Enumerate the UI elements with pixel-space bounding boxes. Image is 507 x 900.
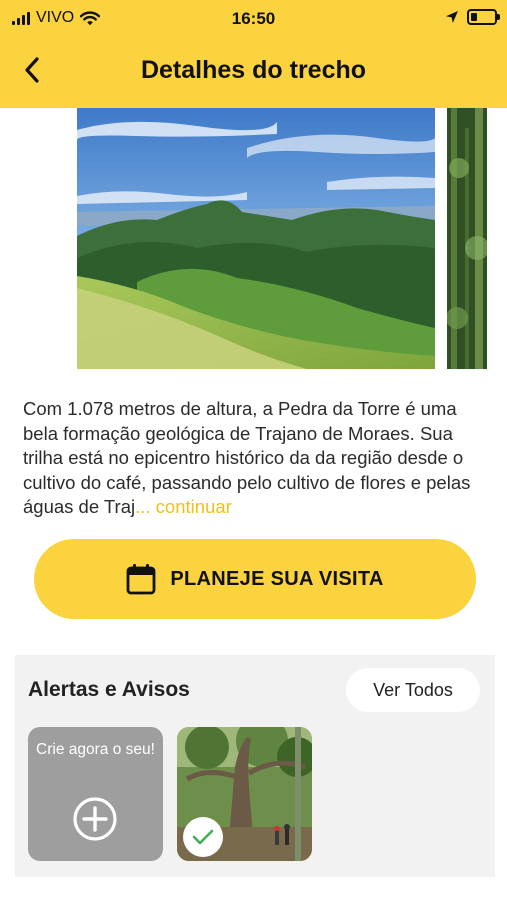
plan-visit-button[interactable]: PLANEJE SUA VISITA bbox=[34, 539, 476, 619]
alerts-section: Alertas e Avisos Ver Todos Crie agora o … bbox=[15, 655, 495, 877]
calendar-icon bbox=[126, 564, 156, 595]
create-alert-text: Crie agora o seu! bbox=[36, 741, 155, 758]
mountain-landscape-photo[interactable] bbox=[77, 108, 435, 369]
trail-description: Com 1.078 metros de altura, a Pedra da T… bbox=[23, 397, 493, 520]
create-alert-card[interactable]: Crie agora o seu! bbox=[28, 727, 163, 861]
battery-level bbox=[471, 13, 477, 21]
status-right-group bbox=[445, 9, 500, 25]
app-header: VIVO 16:50 Detalhes do trecho bbox=[0, 0, 507, 108]
battery-icon bbox=[467, 9, 500, 25]
status-bar: VIVO 16:50 bbox=[0, 0, 507, 38]
see-all-button[interactable]: Ver Todos bbox=[346, 668, 480, 712]
plus-circle-icon bbox=[73, 797, 117, 841]
check-badge bbox=[183, 817, 223, 857]
alerts-title: Alertas e Avisos bbox=[28, 678, 190, 701]
description-text: Com 1.078 metros de altura, a Pedra da T… bbox=[23, 398, 471, 517]
check-icon bbox=[192, 829, 214, 845]
status-time: 16:50 bbox=[231, 9, 276, 28]
page-title: Detalhes do trecho bbox=[140, 56, 367, 84]
continue-link[interactable]: continuar bbox=[156, 496, 232, 517]
plan-visit-label: PLANEJE SUA VISITA bbox=[170, 567, 384, 590]
description-ellipsis: ... bbox=[135, 496, 151, 517]
forest-photo[interactable] bbox=[447, 108, 487, 369]
location-arrow-icon bbox=[446, 11, 458, 23]
